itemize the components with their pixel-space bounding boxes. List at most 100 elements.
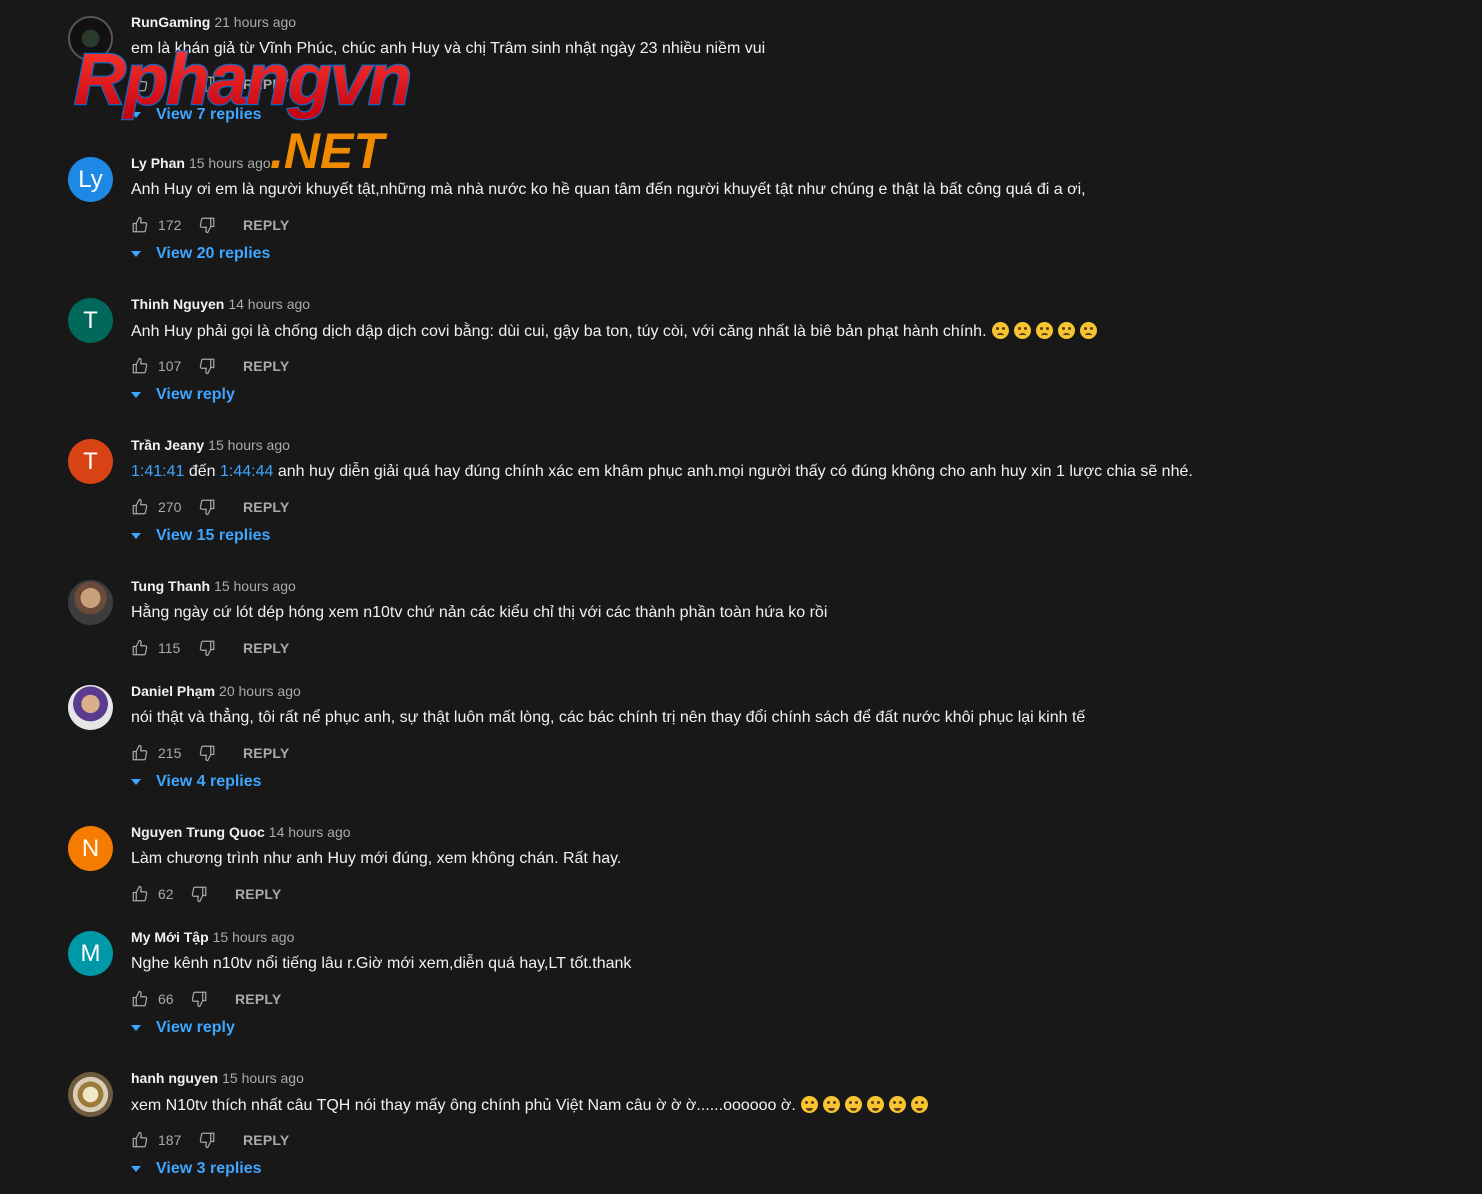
sad-emoji-icon: [1057, 322, 1075, 339]
author-name[interactable]: Thinh Nguyen: [131, 296, 224, 312]
comment-text: Anh Huy ơi em là người khuyết tật,những …: [131, 181, 1086, 199]
timestamp-link[interactable]: 1:44:44: [220, 463, 273, 480]
avatar[interactable]: [68, 1072, 113, 1117]
comment-header: Tung Thanh 15 hours ago: [131, 578, 296, 594]
comment-time[interactable]: 14 hours ago: [228, 296, 310, 312]
reply-button[interactable]: REPLY: [243, 499, 289, 515]
thumbs-down-icon[interactable]: [190, 990, 208, 1008]
thumbs-down-icon[interactable]: [198, 357, 216, 375]
thumbs-up-icon[interactable]: [131, 1131, 149, 1149]
view-replies-button[interactable]: View 7 replies: [131, 106, 262, 124]
comment-text: xem N10tv thích nhất câu TQH nói thay mấ…: [131, 1096, 928, 1115]
view-replies-label: View reply: [156, 1019, 235, 1036]
comment-text-part: em là khán giả từ Vĩnh Phúc, chúc anh Hu…: [131, 40, 766, 57]
thumbs-down-icon[interactable]: [198, 744, 216, 762]
comment-actions: 187 REPLY: [131, 1130, 289, 1150]
thumbs-up-icon[interactable]: [131, 744, 149, 762]
comment-text-part: Làm chương trình như anh Huy mới đúng, x…: [131, 850, 622, 867]
comment-actions: 215 REPLY: [131, 743, 289, 763]
chevron-down-icon: [131, 1025, 141, 1031]
reply-button[interactable]: REPLY: [243, 217, 289, 233]
thumbs-down-icon[interactable]: [198, 1131, 216, 1149]
comment-actions: 3 REPLY: [131, 74, 289, 94]
comment-header: Ly Phan 15 hours ago: [131, 155, 271, 171]
laughing-emoji-icon: [910, 1096, 928, 1113]
chevron-down-icon: [131, 392, 141, 398]
sad-emoji-icon: [1013, 322, 1031, 339]
comment-text-part: Anh Huy ơi em là người khuyết tật,những …: [131, 181, 1086, 198]
reply-button[interactable]: REPLY: [243, 1132, 289, 1148]
comment-time[interactable]: 15 hours ago: [189, 155, 271, 171]
author-name[interactable]: Tung Thanh: [131, 578, 210, 594]
reply-button[interactable]: REPLY: [243, 640, 289, 656]
reply-button[interactable]: REPLY: [235, 991, 281, 1007]
comment-time[interactable]: 20 hours ago: [219, 683, 301, 699]
chevron-down-icon: [131, 1166, 141, 1172]
comment-time[interactable]: 21 hours ago: [214, 14, 296, 30]
comment-text: Hằng ngày cứ lót dép hóng xem n10tv chứ …: [131, 604, 827, 622]
avatar[interactable]: N: [68, 826, 113, 871]
reply-button[interactable]: REPLY: [235, 886, 281, 902]
thumbs-up-icon[interactable]: [131, 885, 149, 903]
avatar[interactable]: T: [68, 298, 113, 343]
thumbs-up-icon[interactable]: [131, 357, 149, 375]
thumbs-down-icon[interactable]: [198, 639, 216, 657]
comment-time[interactable]: 15 hours ago: [208, 437, 290, 453]
like-count: 107: [158, 358, 182, 374]
author-name[interactable]: hanh nguyen: [131, 1070, 218, 1086]
avatar-initial: T: [83, 306, 98, 334]
comment-actions: 66 REPLY: [131, 989, 281, 1009]
view-replies-label: View reply: [156, 386, 235, 403]
avatar[interactable]: T: [68, 439, 113, 484]
view-replies-button[interactable]: View 15 replies: [131, 527, 270, 545]
avatar[interactable]: [68, 16, 113, 61]
view-replies-button[interactable]: View reply: [131, 1019, 235, 1037]
like-count: 187: [158, 1132, 182, 1148]
comment-time[interactable]: 15 hours ago: [214, 578, 296, 594]
author-name[interactable]: Ly Phan: [131, 155, 185, 171]
like-count: 115: [158, 640, 181, 656]
thumbs-up-icon[interactable]: [131, 216, 149, 234]
comment-header: Thinh Nguyen 14 hours ago: [131, 296, 310, 312]
avatar-initial: T: [83, 447, 98, 475]
laughing-emoji-icon: [822, 1096, 840, 1113]
thumbs-up-icon[interactable]: [131, 639, 149, 657]
thumbs-down-icon[interactable]: [190, 885, 208, 903]
comment-text-part: nói thật và thẳng, tôi rất nể phục anh, …: [131, 709, 1086, 726]
comment-time[interactable]: 14 hours ago: [269, 824, 351, 840]
author-name[interactable]: Nguyen Trung Quoc: [131, 824, 265, 840]
watermark-suffix: .NET: [270, 123, 388, 179]
reply-button[interactable]: REPLY: [243, 76, 289, 92]
avatar-initial: Ly: [78, 165, 103, 193]
thumbs-down-icon[interactable]: [198, 75, 216, 93]
comment-text-part: đến: [184, 463, 220, 480]
view-replies-button[interactable]: View 3 replies: [131, 1160, 262, 1178]
author-name[interactable]: RunGaming: [131, 14, 210, 30]
thumbs-up-icon[interactable]: [131, 990, 149, 1008]
view-replies-label: View 3 replies: [156, 1160, 262, 1177]
reply-button[interactable]: REPLY: [243, 358, 289, 374]
thumbs-down-icon[interactable]: [198, 216, 216, 234]
author-name[interactable]: Trần Jeany: [131, 437, 204, 453]
view-replies-button[interactable]: View 4 replies: [131, 773, 262, 791]
author-name[interactable]: My Mới Tập: [131, 929, 209, 945]
like-count: 270: [158, 499, 182, 515]
thumbs-up-icon[interactable]: [131, 75, 149, 93]
view-replies-button[interactable]: View 20 replies: [131, 245, 270, 263]
sad-emoji-icon: [991, 322, 1009, 339]
thumbs-down-icon[interactable]: [198, 498, 216, 516]
avatar[interactable]: [68, 685, 113, 730]
avatar[interactable]: Ly: [68, 157, 113, 202]
comment-time[interactable]: 15 hours ago: [222, 1070, 304, 1086]
author-name[interactable]: Daniel Phạm: [131, 683, 215, 699]
avatar[interactable]: M: [68, 931, 113, 976]
thumbs-up-icon[interactable]: [131, 498, 149, 516]
view-replies-button[interactable]: View reply: [131, 386, 235, 404]
reply-button[interactable]: REPLY: [243, 745, 289, 761]
avatar[interactable]: [68, 580, 113, 625]
comment-time[interactable]: 15 hours ago: [213, 929, 295, 945]
view-replies-label: View 20 replies: [156, 245, 271, 262]
like-count: 62: [158, 886, 174, 902]
timestamp-link[interactable]: 1:41:41: [131, 463, 184, 480]
comment-text: 1:41:41 đến 1:44:44 anh huy diễn giải qu…: [131, 463, 1193, 481]
